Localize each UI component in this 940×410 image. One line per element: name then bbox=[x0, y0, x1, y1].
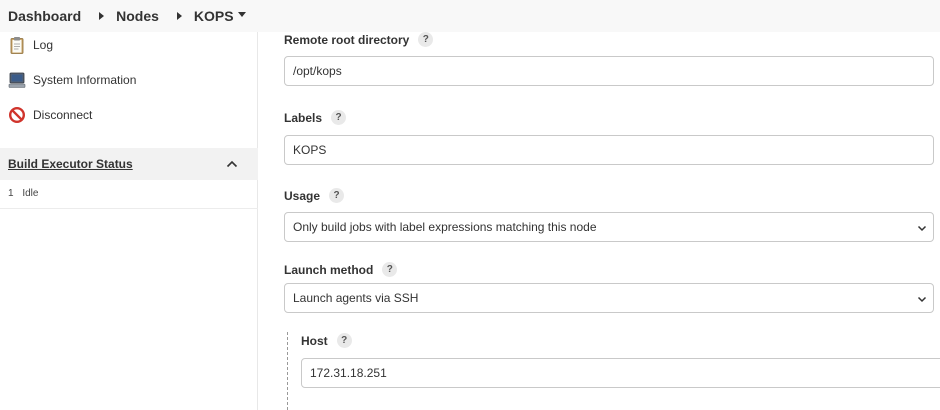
host-label-text: Host bbox=[301, 333, 328, 348]
breadcrumb-nodes[interactable]: Nodes bbox=[116, 8, 159, 24]
remote-root-input[interactable]: /opt/kops bbox=[284, 56, 934, 86]
sidebar-item-log[interactable]: Log bbox=[8, 36, 53, 54]
node-config-form: Remote root directory ? /opt/kops Labels… bbox=[258, 32, 940, 410]
labels-input[interactable]: KOPS bbox=[284, 135, 934, 165]
chevron-down-icon bbox=[917, 222, 927, 232]
sidebar: Log System Information Disconnect Build … bbox=[0, 32, 258, 410]
sidebar-item-label: Disconnect bbox=[33, 108, 93, 122]
sidebar-item-disconnect[interactable]: Disconnect bbox=[8, 106, 92, 124]
launch-method-label: Launch method ? bbox=[284, 262, 398, 277]
usage-label: Usage ? bbox=[284, 188, 345, 203]
breadcrumb-kops[interactable]: KOPS bbox=[194, 8, 234, 24]
breadcrumb: Dashboard Nodes KOPS bbox=[0, 0, 940, 32]
nested-section-divider bbox=[287, 332, 288, 410]
launch-method-select[interactable]: Launch agents via SSH bbox=[284, 283, 934, 313]
help-icon[interactable]: ? bbox=[329, 188, 345, 203]
usage-select[interactable]: Only build jobs with label expressions m… bbox=[284, 212, 934, 242]
labels-label: Labels ? bbox=[284, 110, 347, 125]
no-entry-icon bbox=[8, 106, 26, 124]
sidebar-item-label: Log bbox=[33, 38, 54, 52]
launch-method-label-text: Launch method bbox=[284, 262, 374, 277]
chevron-down-icon bbox=[917, 293, 927, 303]
sidebar-item-system-information[interactable]: System Information bbox=[8, 71, 136, 89]
executor-row: 1 Idle bbox=[8, 188, 38, 199]
labels-label-text: Labels bbox=[284, 110, 323, 125]
remote-root-label: Remote root directory ? bbox=[284, 32, 434, 47]
usage-label-text: Usage bbox=[284, 188, 321, 203]
sidebar-item-label: System Information bbox=[33, 73, 137, 87]
executor-status: Idle bbox=[22, 188, 39, 199]
help-icon[interactable]: ? bbox=[418, 32, 434, 47]
remote-root-label-text: Remote root directory bbox=[284, 32, 410, 47]
breadcrumb-separator-icon[interactable] bbox=[176, 12, 182, 20]
help-icon[interactable]: ? bbox=[336, 333, 352, 348]
executor-number: 1 bbox=[8, 188, 14, 199]
build-executor-status-link[interactable]: Build Executor Status bbox=[8, 157, 133, 171]
help-icon[interactable]: ? bbox=[382, 262, 398, 277]
host-input[interactable]: 172.31.18.251 bbox=[301, 358, 940, 388]
help-icon[interactable]: ? bbox=[331, 110, 347, 125]
breadcrumb-separator-icon[interactable] bbox=[99, 12, 105, 20]
caret-down-icon[interactable] bbox=[237, 11, 246, 17]
chevron-up-icon[interactable] bbox=[226, 155, 238, 173]
divider bbox=[0, 208, 258, 209]
build-executor-status-header: Build Executor Status bbox=[0, 148, 258, 180]
computer-icon bbox=[8, 71, 26, 89]
launch-method-select-value: Launch agents via SSH bbox=[293, 291, 419, 305]
breadcrumb-dashboard[interactable]: Dashboard bbox=[8, 8, 81, 24]
usage-select-value: Only build jobs with label expressions m… bbox=[293, 220, 597, 234]
clipboard-icon bbox=[8, 36, 26, 54]
host-label: Host ? bbox=[301, 333, 352, 348]
